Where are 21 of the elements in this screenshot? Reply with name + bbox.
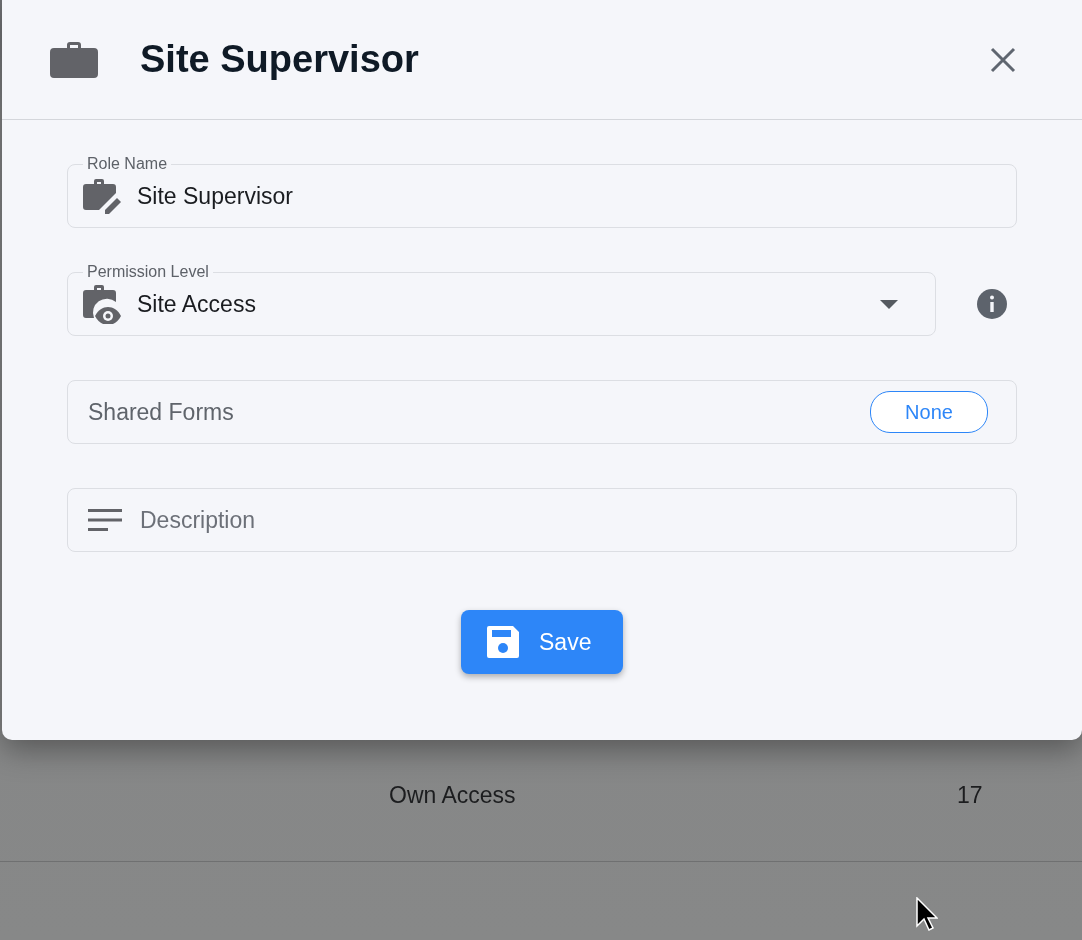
selected-value: Site Access [137,290,257,318]
briefcase-eye-icon [83,284,123,324]
caret-icon[interactable] [880,299,898,309]
briefcase-icon [50,41,98,78]
cursor-icon [916,897,938,931]
dialog-title: Site Supervisor [140,38,420,81]
table-cell: Own Access [389,782,516,809]
role-name-field[interactable]: Role Name Site Supervisor [67,155,1017,228]
briefcase-pencil-icon [83,178,123,214]
close-icon[interactable] [990,46,1016,73]
lines-icon [88,509,122,531]
field-label: Shared Forms [88,398,235,426]
info-icon[interactable] [977,289,1007,319]
description-field[interactable]: Description [67,488,1017,552]
none-chip[interactable]: None [870,391,988,433]
save-button[interactable]: Save [461,610,623,674]
description-input[interactable]: Description [140,506,988,534]
permission-level-dropdown[interactable]: Permission Level Site Access [67,263,936,336]
table-cell: 17 [957,782,983,809]
role-name-input[interactable]: Site Supervisor [137,182,1001,210]
shared-forms-field[interactable]: Shared Forms None [67,380,1017,444]
